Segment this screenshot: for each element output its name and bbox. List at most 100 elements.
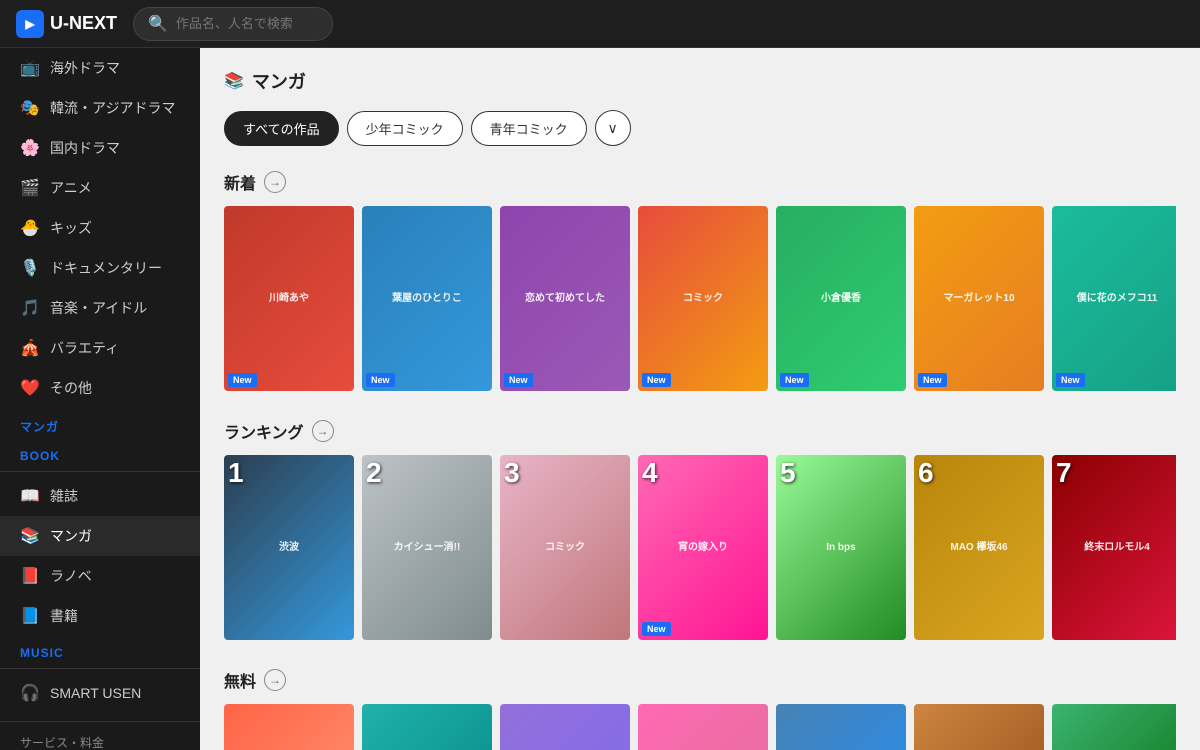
footer-item-service-price[interactable]: サービス・料金 [0,726,200,750]
filter-btn-seinen[interactable]: 青年コミック [471,111,587,146]
rank-number-r4: 4 [642,459,658,487]
badge-n2: New [366,373,395,387]
manga-card-f5[interactable]: 甘01 [776,704,906,750]
sidebar-item-music[interactable]: 🎵 音楽・アイドル [0,288,200,328]
book-section-label: マンガ [0,408,200,439]
section-arrow-free[interactable]: → [264,669,286,691]
section-title-free: 無料 → [224,668,1176,692]
manga-cover-r6: MAO 欅坂466 [914,455,1044,640]
manga-card-f7[interactable]: コミック [1052,704,1176,750]
section-title-text-free: 無料 [224,668,256,692]
book-label-manga: マンガ [50,526,92,546]
manga-card-r7[interactable]: 終末ロルモル47 [1052,455,1176,640]
manga-cover-n5: 小倉優香New [776,206,906,391]
manga-card-f3[interactable]: 花 [500,704,630,750]
manga-card-f1[interactable]: コミック [224,704,354,750]
sidebar-item-manga[interactable]: 📚 マンガ [0,516,200,556]
music-icon-smart-usen: 🎧 [20,683,40,703]
manga-cover-r4: 宵の嫁入り4New [638,455,768,640]
manga-cover-f1: コミック [224,704,354,750]
music-label-smart-usen: SMART USEN [50,685,141,701]
manga-cover-img-f4: 野田優子 彼 [638,704,768,750]
manga-card-r6[interactable]: MAO 欅坂466 [914,455,1044,640]
content-area: 📚 マンガ すべての作品少年コミック青年コミック∨ 新着→川崎あやNew葉屋のひ… [200,48,1200,750]
sidebar-item-other[interactable]: ❤️ その他 [0,368,200,408]
rank-number-r3: 3 [504,459,520,487]
filter-more-btn[interactable]: ∨ [595,110,631,146]
manga-card-r3[interactable]: コミック3 [500,455,630,640]
rank-number-r1: 1 [228,459,244,487]
manga-card-f6[interactable]: Ai [914,704,1044,750]
manga-cover-n4: コミックNew [638,206,768,391]
manga-card-r1[interactable]: 渋波1 [224,455,354,640]
book-divider [0,471,200,472]
manga-grid-ranking: 渋波1カイシュー消!!2コミック3宵の嫁入り4NewIn bps5MAO 欅坂4… [224,455,1176,640]
sidebar-item-anime[interactable]: 🎬 アニメ [0,168,200,208]
filter-btn-all[interactable]: すべての作品 [224,111,339,146]
manga-card-n5[interactable]: 小倉優香New [776,206,906,391]
sidebar-item-light-novel[interactable]: 📕 ラノベ [0,556,200,596]
manga-card-n3[interactable]: 恋めて初めてしたNew [500,206,630,391]
manga-grid-free: コミックアリス1花野田優子 彼甘01Aiコミック [224,704,1176,750]
search-icon: 🔍 [148,14,168,34]
sidebar-item-books[interactable]: 📘 書籍 [0,596,200,636]
manga-card-r2[interactable]: カイシュー消!!2 [362,455,492,640]
filter-bar: すべての作品少年コミック青年コミック∨ [224,110,1176,146]
nav-label-overseas-drama: 海外ドラマ [50,58,120,78]
logo-text: U-NEXT [50,13,117,34]
sidebar-music-section: 🎧 SMART USEN [0,673,200,713]
section-new: 新着→川崎あやNew葉屋のひとりこNew恋めて初めてしたNewコミックNew小倉… [224,170,1176,391]
manga-cover-img-n5: 小倉優香 [776,206,906,391]
sidebar-item-magazine[interactable]: 📖 雑誌 [0,476,200,516]
filter-btn-shonen[interactable]: 少年コミック [347,111,463,146]
sidebar-item-domestic-drama[interactable]: 🌸 国内ドラマ [0,128,200,168]
manga-card-n4[interactable]: コミックNew [638,206,768,391]
sidebar-item-korean-drama[interactable]: 🎭 韓流・アジアドラマ [0,88,200,128]
sidebar-nav-section: 📺 海外ドラマ🎭 韓流・アジアドラマ🌸 国内ドラマ🎬 アニメ🐣 キッズ🎙️ ドキ… [0,48,200,408]
manga-cover-img-f2: アリス1 [362,704,492,750]
manga-card-f4[interactable]: 野田優子 彼 [638,704,768,750]
manga-card-r5[interactable]: In bps5 [776,455,906,640]
book-label: BOOK [0,439,200,467]
sidebar-item-variety[interactable]: 🎪 バラエティ [0,328,200,368]
book-label-light-novel: ラノベ [50,566,92,586]
manga-cover-n1: 川崎あやNew [224,206,354,391]
manga-card-f2[interactable]: アリス1 [362,704,492,750]
nav-icon-anime: 🎬 [20,178,40,198]
manga-card-n1[interactable]: 川崎あやNew [224,206,354,391]
sidebar-item-overseas-drama[interactable]: 📺 海外ドラマ [0,48,200,88]
section-arrow-ranking[interactable]: → [312,420,334,442]
manga-cover-f5: 甘01 [776,704,906,750]
book-label-books: 書籍 [50,606,78,626]
manga-cover-img-n4: コミック [638,206,768,391]
manga-card-n6[interactable]: マーガレット10New [914,206,1044,391]
manga-card-n2[interactable]: 葉屋のひとりこNew [362,206,492,391]
search-input[interactable] [176,16,326,31]
nav-label-korean-drama: 韓流・アジアドラマ [50,98,175,118]
manga-grid-new: 川崎あやNew葉屋のひとりこNew恋めて初めてしたNewコミックNew小倉優香N… [224,206,1176,391]
manga-cover-img-f7: コミック [1052,704,1176,750]
manga-cover-f2: アリス1 [362,704,492,750]
badge-n1: New [228,373,257,387]
sidebar-item-smart-usen[interactable]: 🎧 SMART USEN [0,673,200,713]
sidebar-item-documentary[interactable]: 🎙️ ドキュメンタリー [0,248,200,288]
search-box[interactable]: 🔍 [133,7,333,41]
sidebar-book-section: 📖 雑誌📚 マンガ📕 ラノベ📘 書籍 [0,476,200,636]
manga-card-r4[interactable]: 宵の嫁入り4New [638,455,768,640]
logo[interactable]: ▶ U-NEXT [16,10,117,38]
nav-icon-domestic-drama: 🌸 [20,138,40,158]
section-arrow-new[interactable]: → [264,171,286,193]
nav-label-domestic-drama: 国内ドラマ [50,138,120,158]
sidebar-item-kids[interactable]: 🐣 キッズ [0,208,200,248]
badge-n7: New [1056,373,1085,387]
manga-cover-r5: In bps5 [776,455,906,640]
nav-label-documentary: ドキュメンタリー [50,258,162,278]
manga-card-n7[interactable]: 僕に花のメフコ11New [1052,206,1176,391]
manga-cover-img-n6: マーガレット10 [914,206,1044,391]
section-title-ranking: ランキング→ [224,419,1176,443]
manga-cover-r2: カイシュー消!!2 [362,455,492,640]
header: ▶ U-NEXT 🔍 [0,0,1200,48]
rank-number-r2: 2 [366,459,382,487]
book-icon-magazine: 📖 [20,486,40,506]
nav-icon-korean-drama: 🎭 [20,98,40,118]
